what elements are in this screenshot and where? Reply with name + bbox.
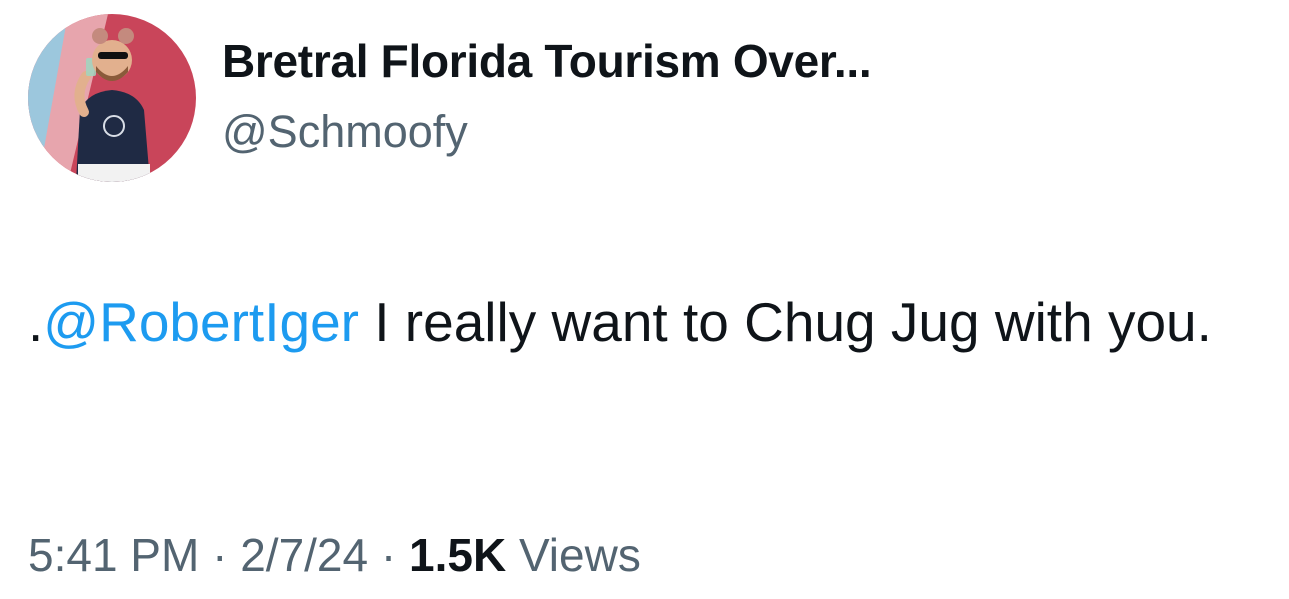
user-handle[interactable]: @Schmoofy (222, 106, 468, 158)
avatar[interactable] (28, 14, 196, 182)
mention-link[interactable]: @RobertIger (43, 291, 359, 353)
views-label: Views (518, 529, 641, 581)
views-count: 1.5K (409, 529, 507, 581)
meta-separator: · (380, 529, 397, 581)
tweet-date[interactable]: 2/7/24 (240, 529, 368, 581)
tweet-time[interactable]: 5:41 PM (28, 529, 199, 581)
meta-separator: · (212, 529, 228, 581)
tweet-meta: 5:41 PM · 2/7/24 · 1.5K Views (28, 528, 641, 582)
display-name[interactable]: Bretral Florida Tourism Over... (222, 34, 872, 88)
views-link[interactable]: 1.5K Views (409, 529, 641, 581)
tweet-card: Bretral Florida Tourism Over... @Schmoof… (0, 0, 1289, 599)
tweet-text: I really want to Chug Jug with you. (358, 291, 1212, 353)
avatar-image (28, 14, 196, 182)
tweet-prefix: . (28, 291, 44, 353)
tweet-body: .@RobertIger I really want to Chug Jug w… (28, 278, 1268, 366)
